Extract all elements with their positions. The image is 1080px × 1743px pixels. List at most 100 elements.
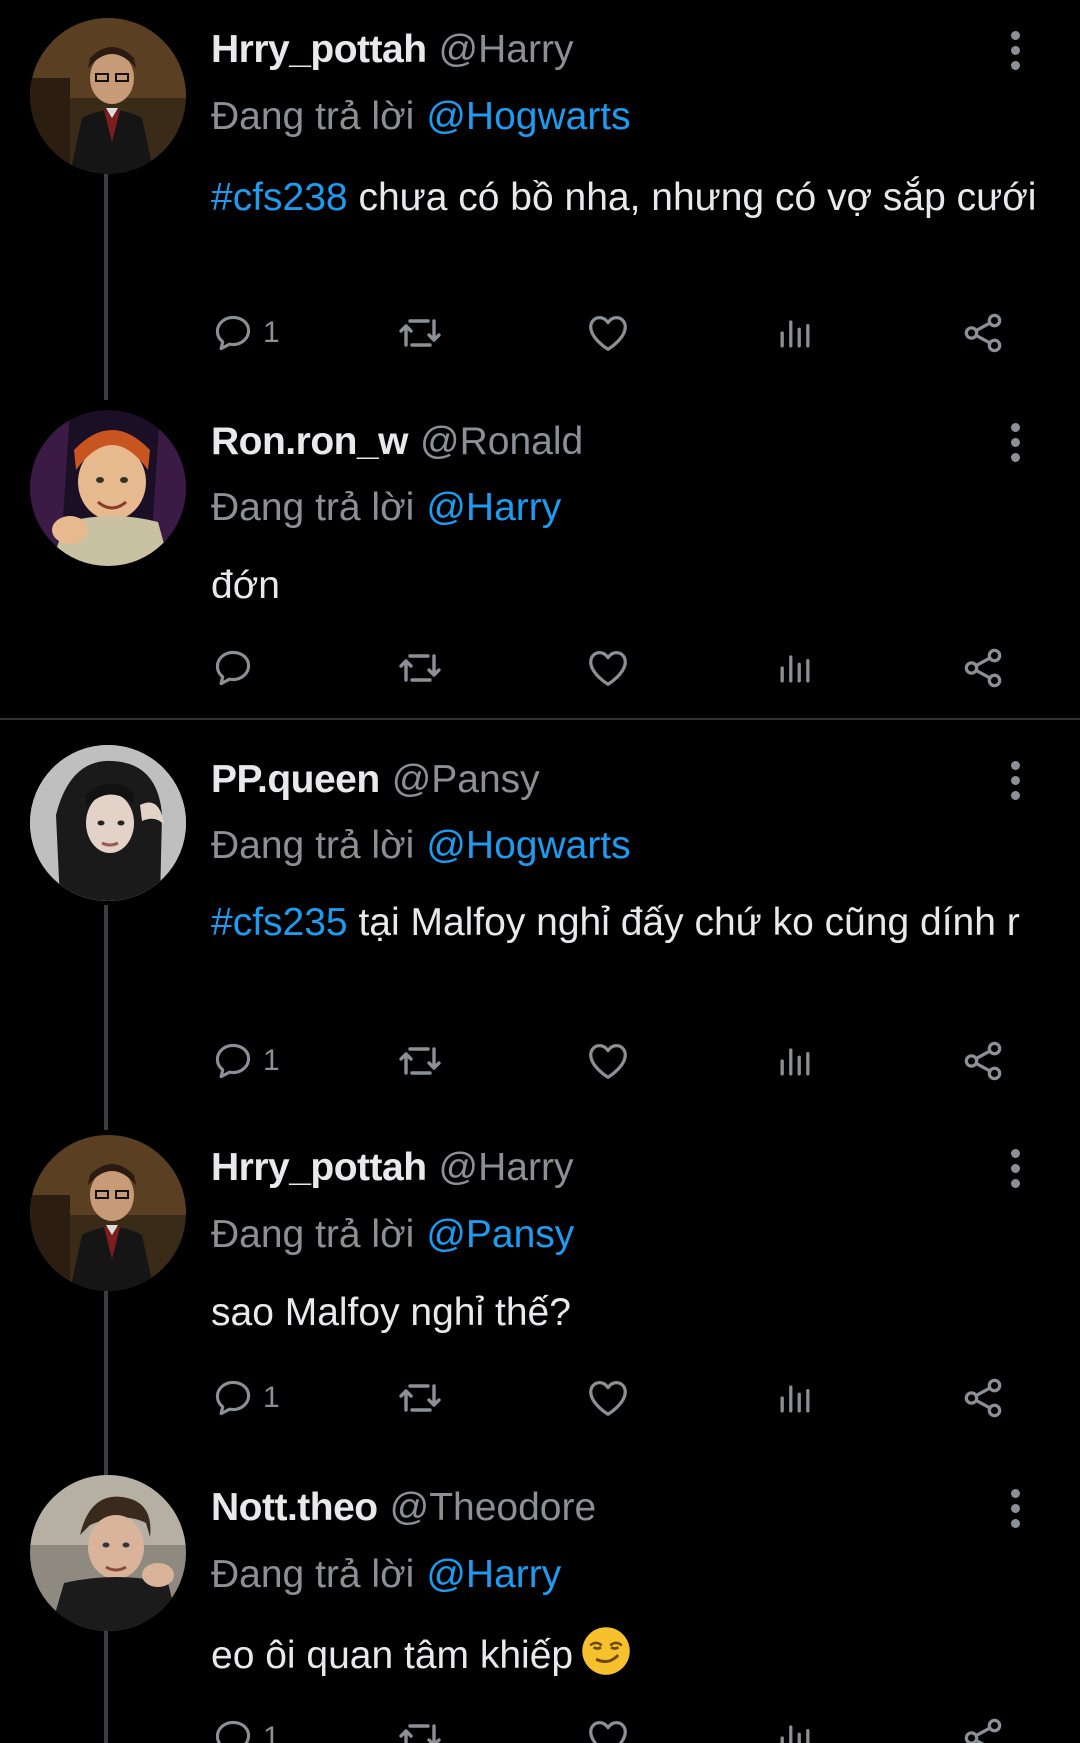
- action-bar: 1: [0, 1368, 1080, 1428]
- tweet-body-text: tại Malfoy nghỉ đấy chứ ko cũng dính r: [347, 901, 1020, 944]
- share-button[interactable]: [960, 1368, 1006, 1428]
- display-name[interactable]: Ron.ron_w: [211, 420, 409, 464]
- retweet-button[interactable]: [396, 303, 444, 363]
- more-options-icon[interactable]: [1003, 1143, 1027, 1193]
- tweet-body-text: eo ôi quan tâm khiếp: [211, 1634, 574, 1677]
- like-icon: [585, 1715, 631, 1743]
- share-icon: [960, 1375, 1006, 1421]
- user-handle[interactable]: @Pansy: [392, 758, 540, 802]
- more-options-icon[interactable]: [1003, 25, 1027, 75]
- retweet-button[interactable]: [396, 1368, 444, 1428]
- views-button[interactable]: [773, 1368, 817, 1428]
- display-name[interactable]: PP.queen: [211, 758, 380, 802]
- tweet[interactable]: Hrry_pottah @Harry Đang trả lời @Pansy s…: [0, 1120, 1080, 1450]
- tweet-header: PP.queen @Pansy: [211, 755, 540, 805]
- tweet-body-text: chưa có bồ nha, nhưng có vợ sắp cưới: [347, 176, 1037, 219]
- user-handle[interactable]: @Theodore: [390, 1486, 597, 1530]
- more-options-icon[interactable]: [1003, 417, 1027, 467]
- replying-to-label: Đang trả lời: [211, 1213, 415, 1256]
- retweet-icon: [396, 309, 444, 357]
- like-button[interactable]: [585, 1031, 631, 1091]
- like-button[interactable]: [585, 303, 631, 363]
- display-name[interactable]: Hrry_pottah: [211, 28, 427, 72]
- user-handle[interactable]: @Harry: [439, 1146, 574, 1190]
- retweet-icon: [396, 1714, 444, 1743]
- tweet-header: Ron.ron_w @Ronald: [211, 417, 583, 467]
- views-button[interactable]: [773, 638, 817, 698]
- replying-to: Đang trả lời @Hogwarts: [211, 821, 631, 871]
- views-icon: [773, 311, 817, 355]
- reply-button[interactable]: 1: [211, 1368, 280, 1428]
- retweet-button[interactable]: [396, 1031, 444, 1091]
- share-icon: [960, 1715, 1006, 1743]
- avatar[interactable]: [30, 1475, 186, 1631]
- share-icon: [960, 1038, 1006, 1084]
- user-handle[interactable]: @Harry: [439, 28, 574, 72]
- reply-icon: [211, 1376, 255, 1420]
- hashtag-link[interactable]: #cfs235: [211, 901, 348, 944]
- share-button[interactable]: [960, 1031, 1006, 1091]
- mention-link[interactable]: @Pansy: [426, 1213, 574, 1257]
- share-button[interactable]: [960, 638, 1006, 698]
- tweet-body-text: sao Malfoy nghỉ thế?: [211, 1291, 571, 1334]
- action-bar: 1: [0, 303, 1080, 363]
- like-button[interactable]: [585, 1708, 631, 1743]
- like-icon: [585, 1375, 631, 1421]
- views-button[interactable]: [773, 1708, 817, 1743]
- avatar[interactable]: [30, 410, 186, 566]
- reply-button[interactable]: 1: [211, 303, 280, 363]
- tweet[interactable]: PP.queen @Pansy Đang trả lời @Hogwarts #…: [0, 735, 1080, 1105]
- replying-to-label: Đang trả lời: [211, 824, 415, 867]
- retweet-icon: [396, 1037, 444, 1085]
- reply-button[interactable]: 1: [211, 1708, 280, 1743]
- avatar[interactable]: [30, 18, 186, 174]
- tweet[interactable]: Hrry_pottah @Harry Đang trả lời @Hogwart…: [0, 0, 1080, 360]
- mention-link[interactable]: @Harry: [426, 1553, 561, 1597]
- like-icon: [585, 645, 631, 691]
- tweet[interactable]: Nott.theo @Theodore Đang trả lời @Harry …: [0, 1460, 1080, 1743]
- share-button[interactable]: [960, 1708, 1006, 1743]
- more-options-icon[interactable]: [1003, 1483, 1027, 1533]
- reply-icon: [211, 311, 255, 355]
- share-icon: [960, 310, 1006, 356]
- action-bar: 1: [0, 1708, 1080, 1743]
- display-name[interactable]: Hrry_pottah: [211, 1146, 427, 1190]
- mention-link[interactable]: @Hogwarts: [426, 824, 630, 868]
- tweet-header: Hrry_pottah @Harry: [211, 25, 573, 75]
- avatar[interactable]: [30, 1135, 186, 1291]
- mention-link[interactable]: @Harry: [426, 486, 561, 530]
- like-icon: [585, 1038, 631, 1084]
- share-button[interactable]: [960, 303, 1006, 363]
- replying-to: Đang trả lời @Harry: [211, 483, 561, 533]
- avatar[interactable]: [30, 745, 186, 901]
- reply-button[interactable]: [211, 638, 255, 698]
- share-icon: [960, 645, 1006, 691]
- like-button[interactable]: [585, 638, 631, 698]
- reply-button[interactable]: 1: [211, 1031, 280, 1091]
- action-bar: [0, 638, 1080, 698]
- user-handle[interactable]: @Ronald: [420, 420, 583, 464]
- smirking-face-emoji: [582, 1627, 630, 1675]
- tweet[interactable]: Ron.ron_w @Ronald Đang trả lời @Harry đớ…: [0, 395, 1080, 715]
- retweet-icon: [396, 1374, 444, 1422]
- tweet-text: đớn: [211, 560, 1041, 612]
- like-icon: [585, 310, 631, 356]
- action-bar: 1: [0, 1031, 1080, 1091]
- views-button[interactable]: [773, 1031, 817, 1091]
- views-button[interactable]: [773, 303, 817, 363]
- views-icon: [773, 1376, 817, 1420]
- replying-to: Đang trả lời @Pansy: [211, 1210, 574, 1260]
- hashtag-link[interactable]: #cfs238: [211, 176, 348, 219]
- mention-link[interactable]: @Hogwarts: [426, 95, 630, 139]
- views-icon: [773, 1716, 817, 1743]
- tweet-text: eo ôi quan tâm khiếp: [211, 1626, 1041, 1682]
- retweet-button[interactable]: [396, 638, 444, 698]
- display-name[interactable]: Nott.theo: [211, 1486, 378, 1530]
- reply-count: 1: [263, 1721, 280, 1743]
- retweet-button[interactable]: [396, 1708, 444, 1743]
- like-button[interactable]: [585, 1368, 631, 1428]
- more-options-icon[interactable]: [1003, 755, 1027, 805]
- reply-count: 1: [263, 1044, 280, 1077]
- replying-to: Đang trả lời @Hogwarts: [211, 92, 631, 142]
- reply-count: 1: [263, 316, 280, 349]
